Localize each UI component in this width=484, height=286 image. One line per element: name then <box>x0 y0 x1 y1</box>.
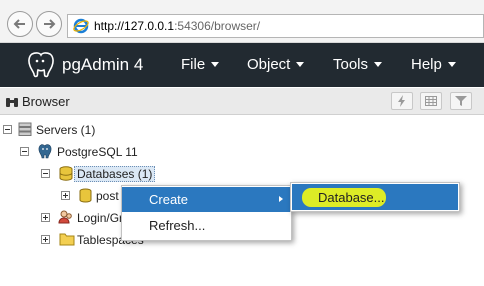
menu-tools[interactable]: Tools <box>333 56 383 73</box>
browser-panel-header: Browser <box>0 88 484 115</box>
chevron-right-icon <box>279 196 283 202</box>
binoculars-icon <box>6 98 18 107</box>
menu-item-refresh[interactable]: Refresh... <box>122 213 291 238</box>
collapse-toggle[interactable] <box>41 169 50 178</box>
pgadmin-navbar: pgAdmin 4 File Object Tools Help <box>0 43 484 87</box>
server-group-icon <box>18 122 32 136</box>
collapse-toggle[interactable] <box>20 147 29 156</box>
ie-logo-icon <box>73 18 89 34</box>
menu-help[interactable]: Help <box>411 56 456 73</box>
back-arrow-icon <box>13 19 25 29</box>
expand-toggle[interactable] <box>41 235 50 244</box>
browser-toolbar: http://127.0.0.1:54306/browser/ <box>0 0 484 43</box>
menu-object[interactable]: Object <box>247 56 305 73</box>
databases-label: Databases (1) <box>74 166 156 182</box>
filter-funnel-icon <box>455 96 467 106</box>
chevron-down-icon <box>374 61 383 67</box>
menu-item-create[interactable]: Create <box>122 187 291 212</box>
menu-file[interactable]: File <box>181 56 220 73</box>
database-icon <box>79 188 92 203</box>
filter-button[interactable] <box>450 92 472 110</box>
elephant-logo-icon <box>28 52 54 78</box>
back-button[interactable] <box>7 11 33 37</box>
folder-icon <box>59 233 75 246</box>
menu-item-create-database[interactable]: Database... <box>292 184 458 210</box>
table-grid-icon <box>425 96 437 106</box>
app-brand: pgAdmin 4 <box>62 55 144 74</box>
forward-arrow-icon <box>44 19 56 29</box>
login-roles-icon <box>58 210 72 224</box>
context-menu: Create Refresh... <box>121 185 292 241</box>
url-text: http://127.0.0.1:54306/browser/ <box>94 19 261 33</box>
chevron-down-icon <box>447 61 456 67</box>
view-data-button[interactable] <box>420 92 442 110</box>
databases-icon <box>59 166 73 181</box>
collapse-toggle[interactable] <box>3 125 12 134</box>
chevron-down-icon <box>296 61 305 67</box>
address-bar[interactable]: http://127.0.0.1:54306/browser/ <box>67 14 484 38</box>
forward-button[interactable] <box>36 11 62 37</box>
postgres-elephant-icon <box>38 144 52 159</box>
expand-toggle[interactable] <box>41 213 50 222</box>
chevron-down-icon <box>211 61 220 67</box>
panel-title: Browser <box>22 94 70 109</box>
expand-toggle[interactable] <box>61 191 70 200</box>
query-tool-button[interactable] <box>391 92 413 110</box>
create-submenu: Database... <box>290 182 460 212</box>
lightning-icon <box>398 95 405 107</box>
